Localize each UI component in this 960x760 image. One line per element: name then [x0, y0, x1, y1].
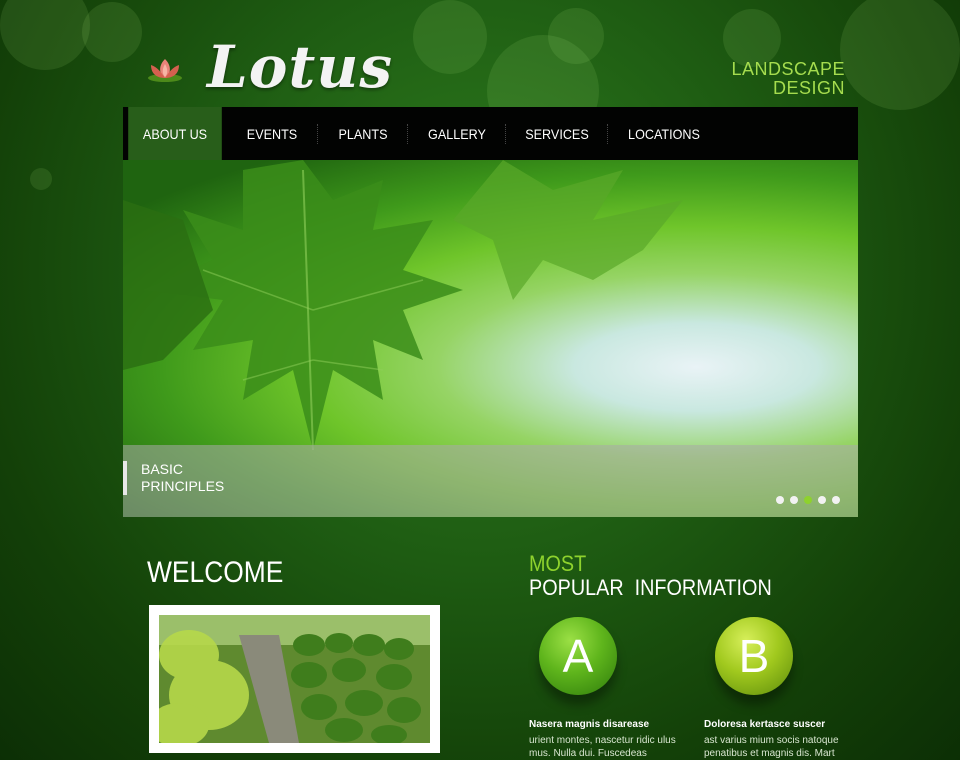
nav-item-locations[interactable]: LOCATIONS — [615, 107, 714, 160]
site-tagline: LANDSCAPE DESIGN — [731, 60, 845, 98]
slider-caption: BASIC PRINCIPLES — [123, 461, 224, 495]
site-logo[interactable]: Lotus — [145, 30, 392, 110]
tagline-line: LANDSCAPE — [731, 59, 845, 79]
nav-item-events[interactable]: EVENTS — [232, 107, 313, 160]
slider-dot[interactable] — [790, 496, 798, 504]
popular-heading: MOST POPULAR INFORMATION — [529, 552, 799, 600]
bokeh-decoration — [548, 8, 604, 64]
bokeh-decoration — [30, 168, 52, 190]
nav-separator — [505, 124, 507, 144]
info-item-title[interactable]: Doloresa kertasce suscer — [704, 718, 864, 731]
nav-item-services[interactable]: SERVICES — [512, 107, 602, 160]
slider-dot-active[interactable] — [804, 496, 812, 504]
popular-heading-top: MOST — [529, 551, 587, 576]
popular-heading-bottom: POPULAR INFORMATION — [529, 575, 772, 600]
bokeh-decoration — [413, 0, 487, 74]
info-item-title[interactable]: Nasera magnis disarease — [529, 718, 689, 731]
lotus-icon — [148, 59, 182, 82]
nav-item-plants[interactable]: PLANTS — [323, 107, 402, 160]
nav-separator — [607, 124, 609, 144]
caption-line: BASIC — [141, 461, 184, 477]
slider-caption-bar: BASIC PRINCIPLES — [123, 445, 858, 517]
nav-separator — [317, 124, 319, 144]
info-item-body: urient montes, nascetur ridic ulus mus. … — [529, 735, 676, 759]
info-badge-a[interactable]: A — [539, 617, 617, 695]
hero-slider[interactable]: BASIC PRINCIPLES — [123, 160, 858, 517]
bokeh-decoration — [82, 2, 142, 62]
slider-dot[interactable] — [818, 496, 826, 504]
welcome-heading: WELCOME — [147, 556, 284, 589]
info-badge-b[interactable]: B — [715, 617, 793, 695]
slider-dot[interactable] — [776, 496, 784, 504]
info-item-a: Nasera magnis disarease urient montes, n… — [529, 718, 689, 760]
logo-text: Lotus — [207, 33, 394, 101]
info-item-body: ast varius mium socis natoque penatibus … — [704, 735, 839, 759]
nav-item-gallery[interactable]: GALLERY — [414, 107, 500, 160]
main-nav: ABOUT US EVENTS PLANTS GALLERY SERVICES … — [123, 107, 858, 160]
tagline-line: DESIGN — [772, 78, 845, 98]
bokeh-decoration — [0, 0, 90, 70]
slider-pagination — [776, 496, 840, 504]
info-item-b: Doloresa kertasce suscer ast varius mium… — [704, 718, 864, 760]
slider-dot[interactable] — [832, 496, 840, 504]
caption-line: PRINCIPLES — [141, 478, 225, 494]
nav-separator — [407, 124, 409, 144]
garden-image — [159, 615, 430, 743]
welcome-photo-frame — [149, 605, 440, 753]
nav-item-about-us[interactable]: ABOUT US — [128, 107, 222, 160]
bokeh-decoration — [840, 0, 960, 110]
welcome-photo[interactable] — [159, 615, 430, 743]
